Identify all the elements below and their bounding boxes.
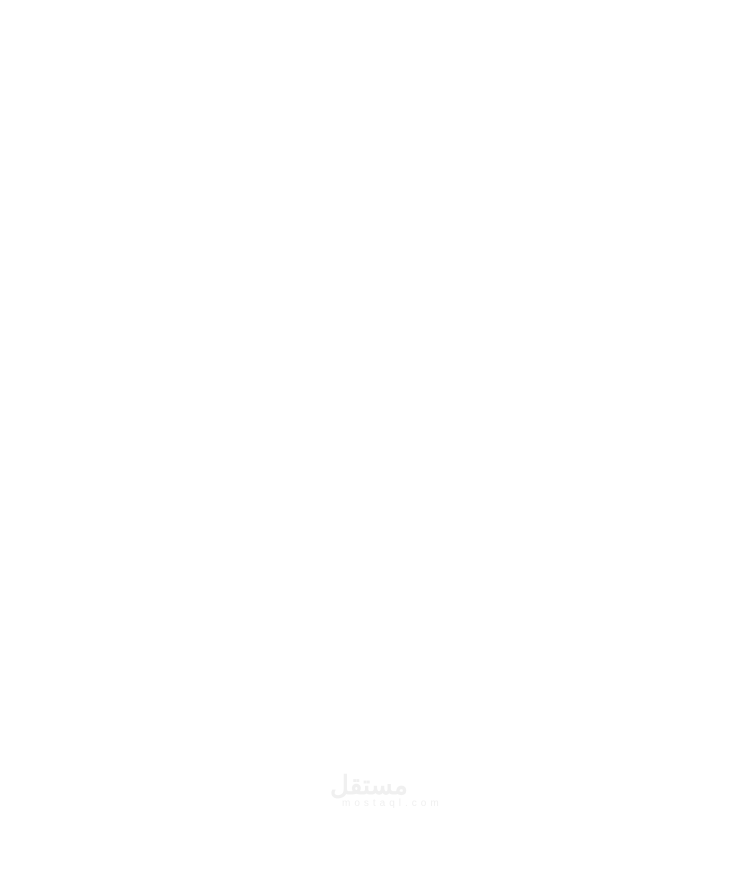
sitemap-tree [0,0,756,870]
